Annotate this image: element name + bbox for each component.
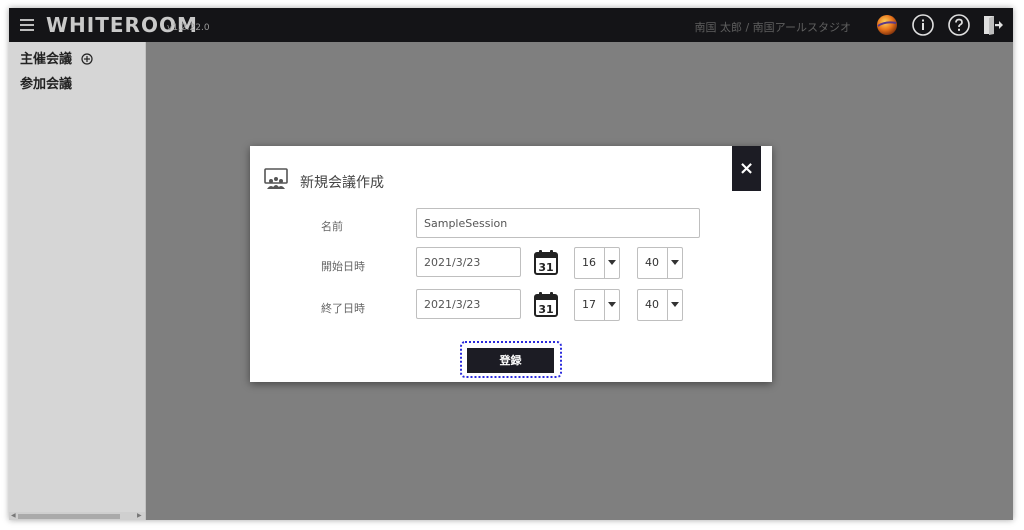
end-hour-value: 17 [582, 298, 596, 311]
sidebar-item-label: 参加会議 [20, 77, 73, 92]
chevron-down-icon[interactable] [604, 290, 619, 320]
name-label: 名前 [321, 220, 343, 233]
scroll-thumb[interactable] [18, 514, 120, 519]
end-calendar-icon[interactable]: 31 [534, 291, 558, 317]
sidebar-item-joined-meetings[interactable]: 参加会議 [20, 73, 72, 92]
start-calendar-icon[interactable]: 31 [534, 249, 558, 275]
version-label: v1.2.22.0 [167, 23, 210, 33]
help-icon[interactable] [947, 13, 971, 37]
scroll-left-icon[interactable]: ◀ [11, 512, 16, 520]
header-bar: WHITEROOM v1.2.22.0 南国 太郎 / 南国アールスタジオ [9, 8, 1013, 42]
calendar-day: 31 [538, 261, 553, 274]
sidebar: 主催会議 参加会議 ◀ ▶ [9, 42, 146, 520]
register-button[interactable]: 登録 [467, 348, 554, 373]
user-info: 南国 太郎 / 南国アールスタジオ [694, 21, 851, 34]
chevron-down-icon[interactable] [667, 248, 682, 278]
start-datetime-label: 開始日時 [321, 260, 365, 273]
info-icon[interactable] [911, 13, 935, 37]
chevron-down-icon[interactable] [604, 248, 619, 278]
end-datetime-label: 終了日時 [321, 302, 365, 315]
close-button[interactable]: × [732, 146, 761, 191]
start-minute-value: 40 [645, 256, 659, 269]
start-hour-select[interactable]: 16 [574, 247, 620, 279]
end-minute-value: 40 [645, 298, 659, 311]
start-minute-select[interactable]: 40 [637, 247, 683, 279]
horizontal-scrollbar[interactable]: ◀ ▶ [9, 512, 145, 520]
dialog-title: 新規会議作成 [300, 175, 384, 191]
meeting-name-input[interactable]: SampleSession [416, 208, 700, 238]
end-minute-select[interactable]: 40 [637, 289, 683, 321]
chevron-down-icon[interactable] [667, 290, 682, 320]
app-window: WHITEROOM v1.2.22.0 南国 太郎 / 南国アールスタジオ 主催… [9, 8, 1013, 520]
new-meeting-dialog: 新規会議作成 × 名前 SampleSession 開始日時 2021/3/23… [250, 146, 772, 382]
menu-icon[interactable] [20, 19, 34, 31]
start-hour-value: 16 [582, 256, 596, 269]
end-date-input[interactable]: 2021/3/23 [416, 289, 521, 319]
sidebar-item-label: 主催会議 [20, 52, 73, 67]
start-date-input[interactable]: 2021/3/23 [416, 247, 521, 277]
submit-focus-ring: 登録 [460, 341, 562, 378]
sidebar-item-hosted-meetings[interactable]: 主催会議 [20, 48, 93, 67]
add-circle-icon[interactable] [80, 52, 93, 65]
calendar-day: 31 [538, 303, 553, 316]
avatar[interactable] [875, 13, 899, 37]
scroll-right-icon[interactable]: ▶ [137, 512, 142, 520]
logout-icon[interactable] [981, 13, 1005, 37]
end-hour-select[interactable]: 17 [574, 289, 620, 321]
meeting-icon [264, 168, 288, 189]
